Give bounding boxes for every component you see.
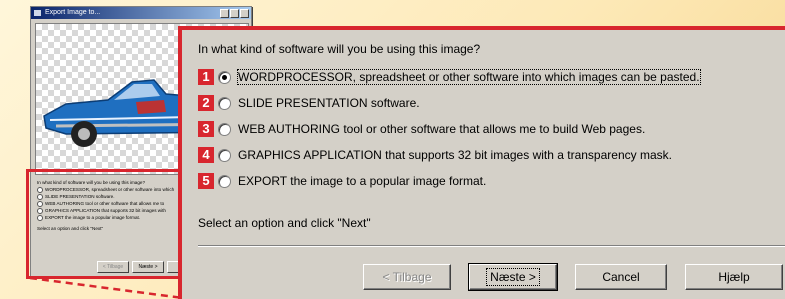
- radio-selected-icon[interactable]: [218, 70, 231, 84]
- divider: [198, 245, 785, 247]
- option-label: SLIDE PRESENTATION software.: [238, 96, 420, 110]
- app-icon: [34, 10, 41, 16]
- radio-icon[interactable]: [218, 96, 231, 110]
- mini-window-controls: [220, 9, 249, 18]
- radio-icon[interactable]: [218, 122, 231, 136]
- radio-icon[interactable]: [218, 148, 231, 162]
- option-slide-presentation[interactable]: 2 SLIDE PRESENTATION software.: [198, 94, 420, 112]
- option-number-badge: 4: [198, 147, 214, 163]
- option-wordprocessor[interactable]: 1 WORDPROCESSOR, spreadsheet or other so…: [198, 68, 701, 86]
- option-export[interactable]: 5 EXPORT the image to a popular image fo…: [198, 172, 486, 190]
- maximize-icon[interactable]: [230, 9, 239, 18]
- close-icon[interactable]: [240, 9, 249, 18]
- help-button[interactable]: Hjælp: [685, 264, 783, 290]
- zoomed-export-dialog: In what kind of software will you be usi…: [178, 26, 785, 299]
- minimize-icon[interactable]: [220, 9, 229, 18]
- option-web-authoring[interactable]: 3 WEB AUTHORING tool or other software t…: [198, 120, 645, 138]
- option-number-badge: 2: [198, 95, 214, 111]
- option-label: EXPORT the image to a popular image form…: [238, 174, 487, 188]
- mini-window-title: Export Image to...: [45, 9, 101, 16]
- option-graphics-application[interactable]: 4 GRAPHICS APPLICATION that supports 32 …: [198, 146, 672, 164]
- option-number-badge: 3: [198, 121, 214, 137]
- cancel-button[interactable]: Cancel: [575, 264, 667, 290]
- hint-text: Select an option and click "Next": [198, 216, 371, 230]
- question-label: In what kind of software will you be usi…: [198, 42, 481, 56]
- next-button[interactable]: Næste >: [468, 263, 558, 291]
- option-label: GRAPHICS APPLICATION that supports 32 bi…: [238, 148, 672, 162]
- option-label: WEB AUTHORING tool or other software tha…: [238, 122, 646, 136]
- back-button[interactable]: < Tilbage: [363, 264, 451, 290]
- option-number-badge: 1: [198, 69, 214, 85]
- mini-title-bar: Export Image to...: [31, 7, 251, 19]
- option-label: WORDPROCESSOR, spreadsheet or other soft…: [237, 69, 701, 85]
- option-number-badge: 5: [198, 173, 214, 189]
- radio-icon[interactable]: [218, 174, 231, 188]
